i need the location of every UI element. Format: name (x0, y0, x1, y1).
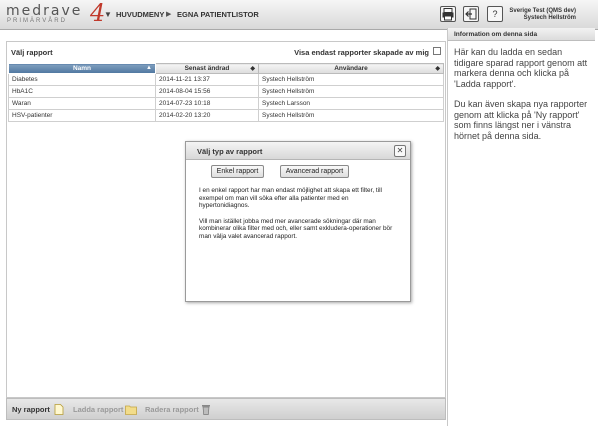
panel-title: Välj rapport (11, 48, 53, 57)
folder-icon[interactable] (125, 404, 137, 415)
info-paragraph: Här kan du ladda en sedan tidigare spara… (454, 47, 588, 89)
sort-icon: ◆ (250, 66, 255, 72)
cell-changed: 2014-11-21 13:37 (155, 73, 259, 86)
breadcrumb-separator-icon: ▶ (166, 11, 172, 18)
table-row[interactable]: HbA1C 2014-08-04 15:56 Systech Hellström (8, 85, 444, 98)
dialog-paragraph: Vill man istället jobba med mer avancera… (199, 217, 393, 240)
printer-icon (442, 8, 454, 21)
advanced-report-button[interactable]: Avancerad rapport (280, 165, 349, 178)
cell-user: Systech Hellström (258, 73, 444, 86)
info-title: Information om denna sida (448, 28, 595, 41)
app-header: medrave PRIMÄRVÅRD 4 ▼ HUVUDMENY ▶ EGNA … (0, 0, 598, 30)
help-button[interactable]: ? (487, 6, 503, 22)
column-header-changed[interactable]: Senast ändrad ◆ (155, 63, 259, 74)
cell-name: Waran (8, 97, 156, 110)
question-icon: ? (492, 9, 498, 19)
column-header-user[interactable]: Användare ◆ (258, 63, 444, 74)
exit-icon (465, 8, 477, 20)
table-row[interactable]: HSV-patienter 2014-02-20 13:20 Systech H… (8, 109, 444, 122)
column-header-name[interactable]: Namn ▲ (8, 63, 156, 74)
close-icon[interactable]: ✕ (394, 145, 406, 157)
logo-number: 4 (90, 0, 106, 27)
delete-report-button[interactable]: Radera rapport (145, 405, 199, 414)
cell-user: Systech Hellström (258, 109, 444, 122)
back-button[interactable] (463, 6, 479, 22)
own-reports-checkbox[interactable] (433, 47, 441, 55)
cell-changed: 2014-07-23 10:18 (155, 97, 259, 110)
cell-user: Systech Larsson (258, 97, 444, 110)
simple-report-button[interactable]: Enkel rapport (211, 165, 264, 178)
sort-asc-icon: ▲ (146, 65, 152, 71)
cell-name: HbA1C (8, 85, 156, 98)
table-row[interactable]: Waran 2014-07-23 10:18 Systech Larsson (8, 97, 444, 110)
user-info: Sverige Test (QMS dev) Systech Hellström (509, 8, 576, 22)
dialog-title: Välj typ av rapport (197, 147, 263, 156)
print-button[interactable] (440, 6, 456, 22)
sort-icon: ◆ (435, 66, 440, 72)
info-body: Här kan du ladda en sedan tidigare spara… (448, 41, 595, 141)
new-report-button[interactable]: Ny rapport (12, 405, 50, 414)
filter-label: Visa endast rapporter skapade av mig (294, 48, 429, 57)
info-panel: Information om denna sida Här kan du lad… (447, 28, 595, 426)
dialog-body: I en enkel rapport har man endast möjlig… (199, 187, 399, 248)
cell-name: Diabetes (8, 73, 156, 86)
nav-home-link[interactable]: HUVUDMENY (116, 10, 164, 19)
table-row[interactable]: Diabetes 2014-11-21 13:37 Systech Hellst… (8, 73, 444, 86)
info-paragraph: Du kan även skapa nya rapporter genom at… (454, 99, 588, 141)
cell-name: HSV-patienter (8, 109, 156, 122)
new-document-icon[interactable] (54, 404, 64, 415)
logo-subtitle: PRIMÄRVÅRD (7, 18, 67, 24)
dialog-header: Välj typ av rapport ✕ (186, 142, 410, 160)
cell-changed: 2014-02-20 13:20 (155, 109, 259, 122)
user-name: Systech Hellström (523, 15, 576, 21)
report-table: Namn ▲ Senast ändrad ◆ Användare ◆ Diabe… (8, 63, 444, 122)
load-report-button[interactable]: Ladda rapport (73, 405, 123, 414)
report-toolbar: Ny rapport Ladda rapport Radera rapport (6, 398, 446, 420)
trash-icon[interactable] (201, 404, 211, 415)
logo-text: medrave (6, 3, 83, 19)
cell-changed: 2014-08-04 15:56 (155, 85, 259, 98)
user-organization: Sverige Test (QMS dev) (509, 8, 576, 14)
cell-user: Systech Hellström (258, 85, 444, 98)
nav-current-page: EGNA PATIENTLISTOR (177, 10, 259, 19)
report-type-dialog: Välj typ av rapport ✕ Enkel rapport Avan… (185, 141, 411, 302)
dialog-paragraph: I en enkel rapport har man endast möjlig… (199, 187, 382, 209)
menu-dropdown-icon[interactable]: ▼ (104, 10, 112, 19)
